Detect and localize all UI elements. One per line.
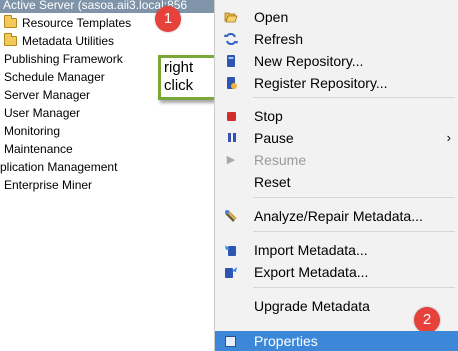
folder-icon — [4, 33, 17, 46]
menu-separator — [253, 287, 455, 288]
active-server-node[interactable]: Active Server (sasoa.aii3.local:856 — [0, 0, 230, 13]
tree-item-metadata-utilities[interactable]: Metadata Utilities — [4, 32, 114, 50]
menu-item-label: Stop — [254, 108, 283, 124]
register-repository-icon — [224, 76, 238, 90]
menu-item-import-metadata[interactable]: Import Metadata... — [215, 239, 458, 261]
properties-icon — [225, 336, 236, 347]
menu-item-label: Import Metadata... — [254, 242, 368, 258]
menu-item-label: Analyze/Repair Metadata... — [254, 208, 423, 224]
refresh-icon — [224, 32, 238, 46]
menu-item-analyze-repair-metadata[interactable]: Analyze/Repair Metadata... — [215, 205, 458, 227]
step-1-badge: 1 — [155, 6, 181, 32]
menu-item-resume[interactable]: ▶ Resume — [215, 149, 458, 171]
menu-item-label: Export Metadata... — [254, 264, 369, 280]
tree-item-maintenance[interactable]: Maintenance — [4, 140, 73, 158]
menu-item-label: Refresh — [254, 31, 304, 47]
context-menu: Open Refresh New Repository... Register … — [214, 0, 458, 351]
menu-item-label: Open — [254, 9, 289, 25]
menu-item-pause[interactable]: Pause › — [215, 127, 458, 149]
open-folder-icon — [224, 10, 238, 24]
resume-icon: ▶ — [226, 154, 236, 166]
right-click-callout: right click — [158, 55, 220, 100]
tree-item-user-manager[interactable]: User Manager — [4, 104, 80, 122]
pause-icon — [226, 131, 240, 145]
new-repository-icon — [224, 54, 238, 68]
menu-item-open[interactable]: Open — [215, 6, 458, 28]
export-icon — [224, 265, 238, 279]
menu-item-label: Properties — [254, 333, 318, 349]
menu-separator — [253, 197, 455, 198]
chevron-right-icon: › — [446, 130, 451, 145]
menu-separator — [253, 97, 455, 98]
menu-item-stop[interactable]: Stop — [215, 105, 458, 127]
tree-item-resource-templates[interactable]: Resource Templates — [4, 14, 131, 32]
menu-item-properties[interactable]: Properties — [215, 331, 458, 351]
tree-item-enterprise-miner[interactable]: Enterprise Miner — [4, 176, 92, 194]
callout-line-1: right — [164, 59, 194, 76]
tree-item-publishing-framework[interactable]: Publishing Framework — [4, 50, 123, 68]
navigation-tree: Active Server (sasoa.aii3.local:856 Reso… — [0, 0, 230, 351]
menu-item-refresh[interactable]: Refresh — [215, 28, 458, 50]
import-icon — [224, 243, 238, 257]
menu-item-new-repository[interactable]: New Repository... — [215, 50, 458, 72]
menu-item-reset[interactable]: Reset — [215, 171, 458, 193]
menu-item-label: Register Repository... — [254, 75, 388, 91]
tree-item-application-management[interactable]: plication Management — [0, 158, 117, 176]
stop-icon — [227, 112, 236, 121]
tree-item-schedule-manager[interactable]: Schedule Manager — [4, 68, 105, 86]
menu-item-label: Upgrade Metadata — [254, 298, 370, 314]
menu-item-label: Resume — [254, 152, 307, 168]
callout-line-2: click — [164, 77, 194, 94]
tree-item-monitoring[interactable]: Monitoring — [4, 122, 60, 140]
menu-separator — [253, 231, 455, 232]
menu-item-label: New Repository... — [254, 53, 364, 69]
menu-item-label: Reset — [254, 174, 291, 190]
menu-item-export-metadata[interactable]: Export Metadata... — [215, 261, 458, 283]
analyze-repair-icon — [224, 209, 238, 223]
menu-item-register-repository[interactable]: Register Repository... — [215, 72, 458, 94]
folder-icon — [4, 15, 17, 28]
tree-item-label: Metadata Utilities — [22, 34, 115, 48]
menu-item-label: Pause — [254, 130, 294, 146]
step-2-badge: 2 — [414, 307, 440, 333]
tree-item-server-manager[interactable]: Server Manager — [4, 86, 90, 104]
tree-item-label: Resource Templates — [22, 16, 132, 30]
